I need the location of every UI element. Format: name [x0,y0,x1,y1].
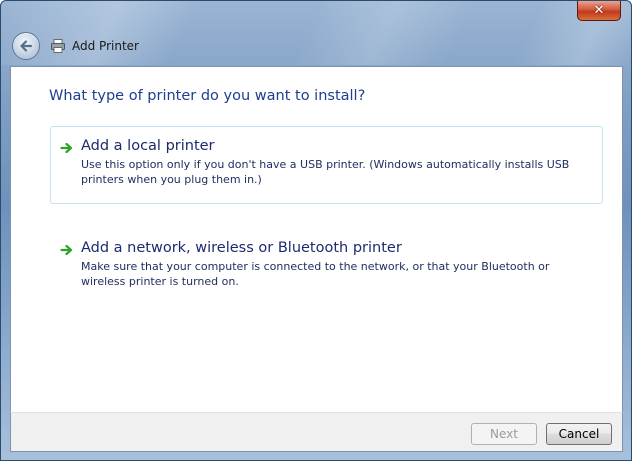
wizard-content: What type of printer do you want to inst… [10,66,623,413]
printer-icon [50,38,66,54]
cancel-button[interactable]: Cancel [546,423,612,445]
close-button[interactable]: ✕ [577,1,621,21]
next-button[interactable]: Next [471,423,537,445]
option-title: Add a local printer [81,138,215,154]
back-button[interactable] [12,32,40,60]
wizard-footer: Next Cancel [10,412,623,452]
add-network-printer-option[interactable]: Add a network, wireless or Bluetooth pri… [50,228,603,300]
back-arrow-icon [20,40,33,52]
option-title: Add a network, wireless or Bluetooth pri… [81,240,402,256]
green-arrow-icon [60,142,73,154]
add-local-printer-option[interactable]: Add a local printer Use this option only… [50,126,603,204]
add-printer-window: ✕ Add Printer What type of printer do yo… [0,0,632,461]
option-description: Make sure that your computer is connecte… [81,260,550,288]
wizard-header: Add Printer [9,29,139,63]
window-title: Add Printer [72,39,139,53]
option-description: Use this option only if you don't have a… [81,158,570,186]
green-arrow-icon [60,244,73,256]
page-heading: What type of printer do you want to inst… [49,88,366,104]
close-icon: ✕ [593,3,605,18]
